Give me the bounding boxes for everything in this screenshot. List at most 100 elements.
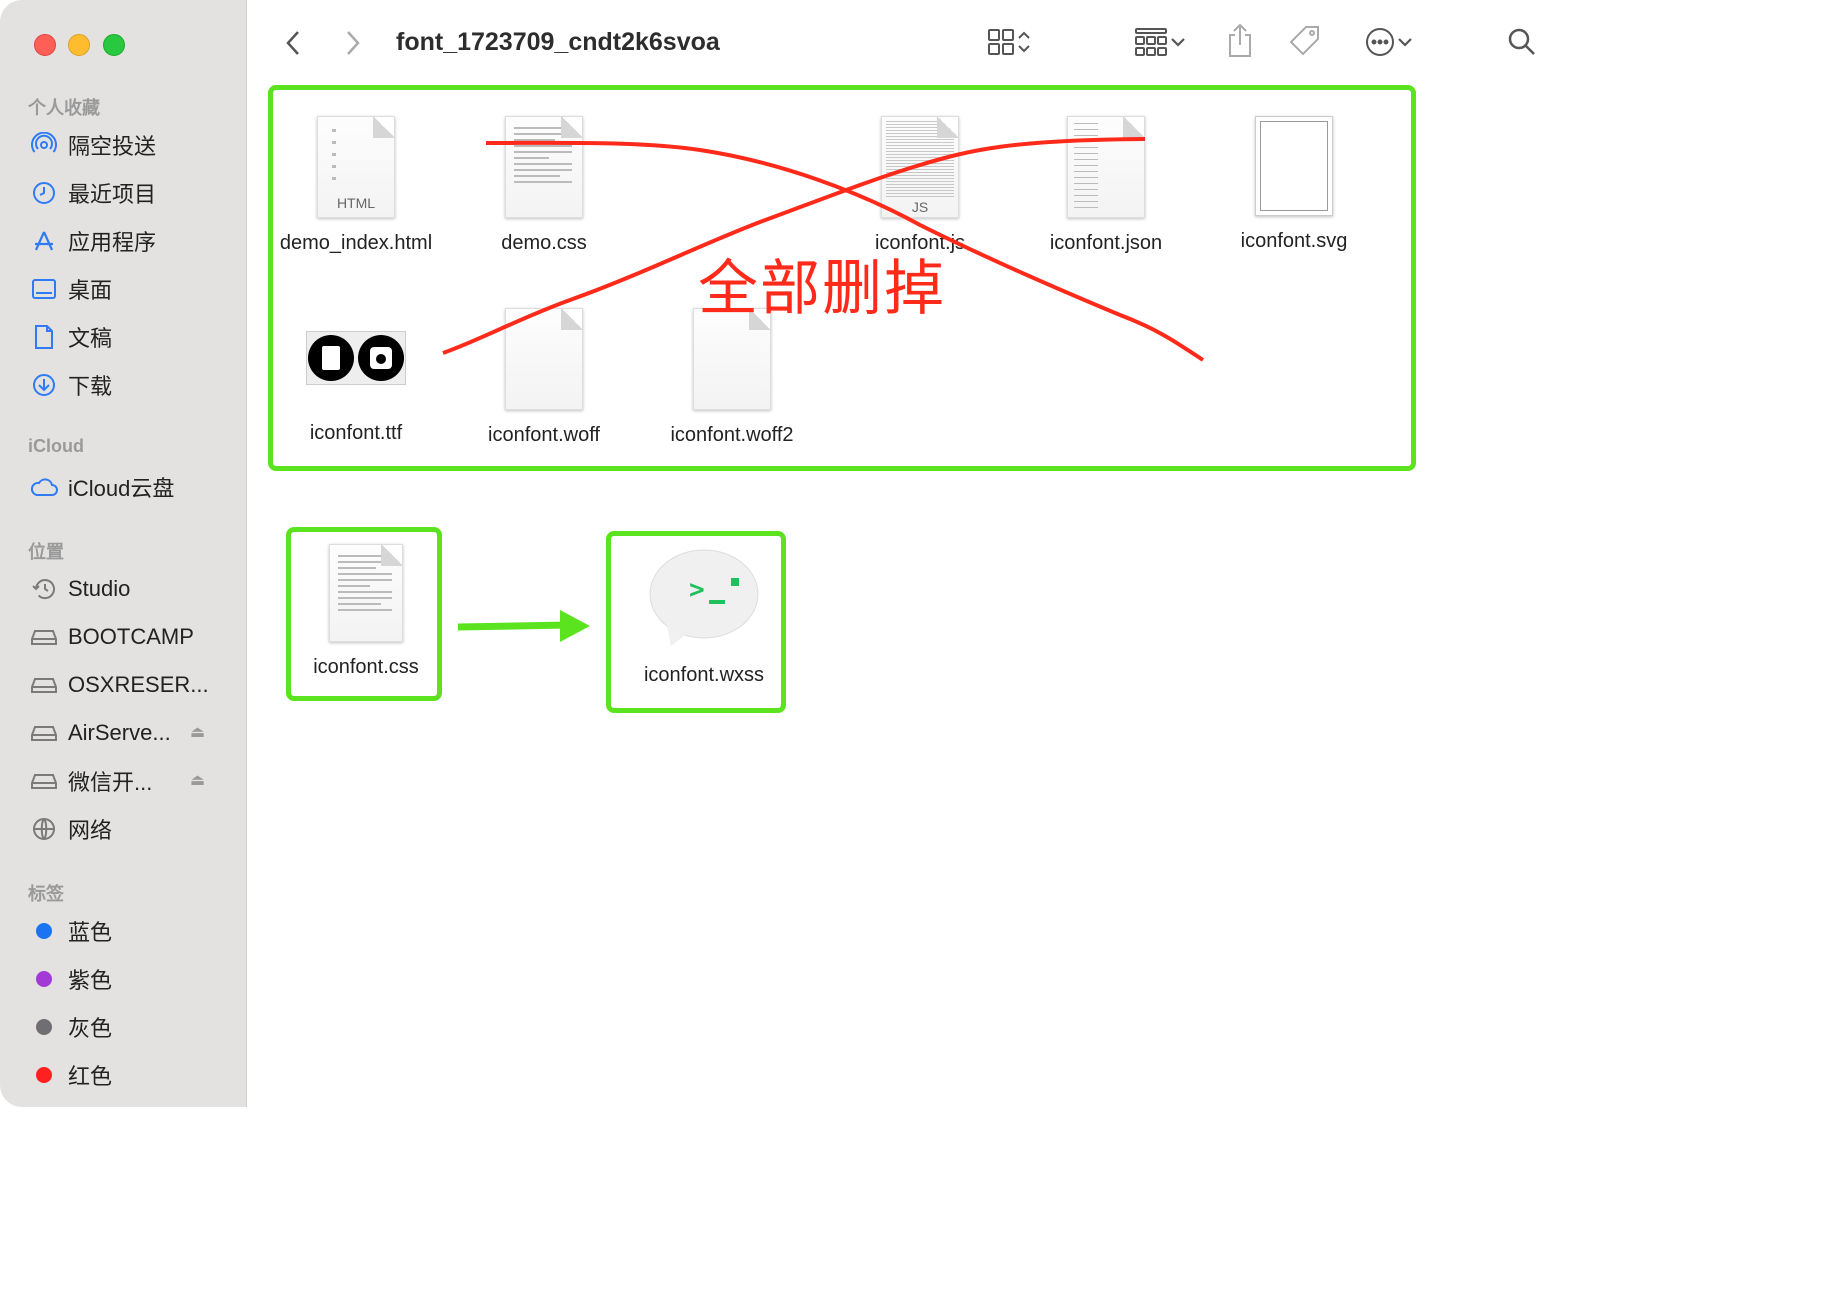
file-name: iconfont.woff	[488, 424, 600, 446]
svg-file-icon	[1255, 116, 1333, 216]
delete-all-annotation: 全部删掉	[698, 254, 946, 324]
sidebar-item-bootcamp[interactable]: BOOTCAMP	[30, 620, 194, 654]
minimize-window-button[interactable]	[68, 34, 90, 56]
tag-color-dot	[36, 1067, 52, 1083]
clock-icon	[30, 179, 58, 207]
sidebar-item-label: AirServe...	[68, 720, 171, 745]
sidebar-item-label: 桌面	[68, 278, 113, 303]
chevron-down-icon	[1396, 34, 1414, 55]
search-button[interactable]	[1504, 26, 1540, 62]
html-file-icon: HTML	[317, 116, 395, 218]
tag-button[interactable]	[1286, 24, 1324, 62]
zoom-window-button[interactable]	[103, 34, 125, 56]
sidebar-item-icloud-drive[interactable]: iCloud云盘	[30, 470, 174, 504]
file-item[interactable]: iconfont.woff2	[642, 308, 822, 447]
sidebar-tag-blue[interactable]: 蓝色	[30, 914, 112, 948]
download-icon	[30, 371, 58, 399]
json-file-icon	[1067, 116, 1145, 218]
network-icon	[30, 815, 58, 843]
time-machine-icon	[30, 575, 58, 603]
cloud-icon	[30, 473, 58, 501]
file-name: iconfont.ttf	[309, 422, 403, 444]
sidebar-item-label: 蓝色	[68, 920, 113, 945]
sidebar-item-downloads[interactable]: 下载	[30, 368, 112, 402]
ttf-font-preview-icon	[306, 308, 406, 408]
file-name: iconfont.wxss	[643, 664, 765, 686]
view-mode-button[interactable]	[978, 28, 1040, 60]
sidebar-item-label: iCloud云盘	[68, 476, 175, 501]
sidebar-item-label: OSXRESER...	[68, 672, 209, 697]
forward-button[interactable]	[340, 28, 366, 58]
svg-text:>: >	[689, 575, 705, 605]
close-window-button[interactable]	[34, 34, 56, 56]
js-file-icon: JS	[881, 116, 959, 218]
window-title: font_1723709_cndt2k6svoa	[396, 28, 720, 56]
sidebar-item-label: 微信开...	[68, 770, 153, 795]
group-button[interactable]	[1128, 27, 1192, 62]
file-name: iconfont.json	[1049, 232, 1163, 254]
search-icon	[1507, 27, 1537, 62]
share-icon	[1226, 23, 1254, 64]
eject-icon[interactable]: ⏏	[190, 722, 208, 741]
sidebar-item-airserver[interactable]: AirServe...	[30, 716, 171, 750]
sidebar-item-airdrop[interactable]: 隔空投送	[30, 128, 156, 162]
sidebar-item-label: 灰色	[68, 1016, 113, 1041]
back-button[interactable]	[280, 28, 306, 58]
sidebar-item-label: 最近项目	[68, 182, 157, 207]
drive-icon	[30, 767, 58, 795]
sidebar-item-documents[interactable]: 文稿	[30, 320, 112, 354]
file-item[interactable]: iconfont.ttf	[266, 308, 446, 445]
file-item[interactable]: > iconfont.wxss	[614, 548, 794, 687]
drive-icon	[30, 719, 58, 747]
tag-icon	[1288, 24, 1322, 63]
grid-view-icon	[986, 28, 1016, 61]
file-item[interactable]: demo.css	[454, 116, 634, 255]
tag-color-dot	[36, 923, 52, 939]
ellipsis-circle-icon	[1364, 26, 1396, 63]
sidebar-tag-gray[interactable]: 灰色	[30, 1010, 112, 1044]
sidebar-item-studio[interactable]: Studio	[30, 572, 130, 606]
sidebar-item-label: 应用程序	[68, 230, 157, 255]
sidebar-item-osxreserved[interactable]: OSXRESER...	[30, 668, 209, 702]
file-item[interactable]: iconfont.woff	[454, 308, 634, 447]
sidebar-item-network[interactable]: 网络	[30, 812, 112, 846]
sidebar: 个人收藏 隔空投送 最近项目 应用程序 桌面 文稿 下载 iCloud iClo…	[0, 0, 247, 1107]
sidebar-item-label: 网络	[68, 818, 113, 843]
file-item[interactable]: HTML demo_index.html	[266, 116, 446, 255]
text-file-icon	[505, 116, 583, 218]
sidebar-item-label: 紫色	[68, 968, 113, 993]
file-item[interactable]: iconfont.json	[1016, 116, 1196, 255]
sidebar-item-label: 红色	[68, 1064, 113, 1089]
sidebar-item-wechat-devtools[interactable]: 微信开...	[30, 764, 152, 798]
sidebar-tag-red[interactable]: 红色	[30, 1058, 112, 1092]
sidebar-tag-purple[interactable]: 紫色	[30, 962, 112, 996]
file-type-badge: JS	[911, 199, 929, 215]
drive-icon	[30, 671, 58, 699]
drive-icon	[30, 623, 58, 651]
file-name: iconfont.svg	[1240, 230, 1348, 252]
file-item[interactable]: iconfont.css	[276, 544, 456, 679]
finder-window: 个人收藏 隔空投送 最近项目 应用程序 桌面 文稿 下载 iCloud iClo…	[0, 0, 1568, 1107]
tag-color-dot	[36, 971, 52, 987]
share-button[interactable]	[1224, 23, 1256, 64]
file-item[interactable]: iconfont.svg	[1204, 116, 1384, 253]
sidebar-section-tags: 标签	[28, 884, 64, 904]
text-file-icon	[329, 544, 403, 642]
green-arrow-shaft	[457, 621, 569, 631]
sidebar-item-label: Studio	[68, 576, 131, 601]
more-actions-button[interactable]	[1358, 26, 1420, 62]
sidebar-section-locations: 位置	[28, 542, 64, 562]
sidebar-item-desktop[interactable]: 桌面	[30, 272, 112, 306]
sidebar-item-label: 下载	[68, 374, 113, 399]
green-arrow-head	[560, 610, 590, 642]
file-item[interactable]: JS iconfont.js	[830, 116, 1010, 255]
group-icon	[1133, 27, 1169, 62]
sidebar-item-recents[interactable]: 最近项目	[30, 176, 156, 210]
desktop-icon	[30, 275, 58, 303]
document-icon	[30, 323, 58, 351]
tag-color-dot	[36, 1019, 52, 1035]
bag-glyph-icon	[358, 335, 404, 381]
file-name: iconfont.css	[313, 656, 419, 678]
eject-icon[interactable]: ⏏	[190, 770, 208, 789]
sidebar-item-applications[interactable]: 应用程序	[30, 224, 156, 258]
